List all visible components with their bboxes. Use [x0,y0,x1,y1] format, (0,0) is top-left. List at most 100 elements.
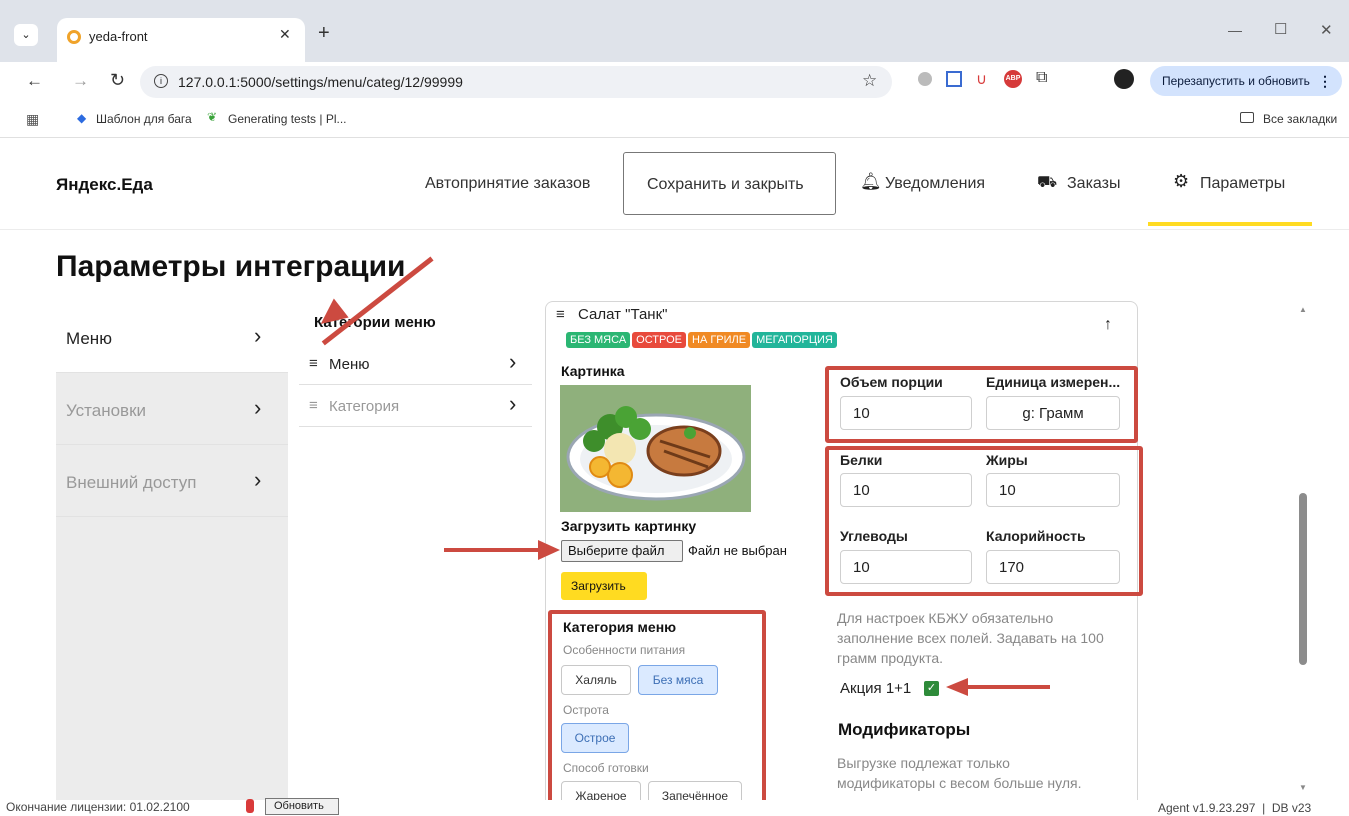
category-label: Категория [329,398,400,415]
unit-select[interactable]: g: Грамм [986,396,1120,430]
carbs-label: Углеводы [840,528,908,544]
portion-volume-label: Объем порции [840,374,943,390]
calories-input[interactable]: 170 [986,550,1120,584]
screenshot-extension-icon[interactable] [946,71,962,87]
sidebar-item-label: Меню [66,329,112,348]
category-item-menu[interactable]: ≡ Меню › [299,345,532,385]
address-bar[interactable]: i 127.0.0.1:5000/settings/menu/categ/12/… [140,66,892,98]
drag-handle-icon[interactable]: ≡ [556,306,565,323]
bookmark-star-icon[interactable]: ☆ [862,71,877,91]
magnet-extension-icon[interactable]: ∪ [976,70,987,88]
chevron-right-icon: › [254,395,262,420]
relaunch-label: Перезапустить и обновить [1162,74,1310,88]
promo-checkbox[interactable]: ✓ [924,681,939,696]
browser-tab[interactable]: yeda-front ✕ [57,18,305,62]
tab-title: yeda-front [89,29,148,44]
license-text: Окончание лицензии: 01.02.2100 [6,800,190,814]
drag-handle-icon[interactable]: ≡ [309,355,318,372]
upload-picture-label: Загрузить картинку [561,518,697,534]
spice-label: Острота [563,703,609,717]
drag-handle-icon[interactable]: ≡ [309,397,318,414]
portion-volume-input[interactable]: 10 [840,396,972,430]
protein-input[interactable]: 10 [840,473,972,507]
site-info-icon[interactable]: i [154,74,168,88]
tab-favicon-icon [67,30,81,44]
back-icon[interactable]: ← [26,71,43,91]
refresh-label: Обновить [274,800,324,812]
close-window-icon[interactable]: ✕ [1320,21,1333,39]
dish-title: Салат "Танк" [578,306,668,323]
maximize-icon[interactable]: ☐ [1274,20,1287,38]
folder-icon [1240,112,1254,123]
calories-label: Калорийность [986,528,1086,544]
page-title: Параметры интеграции [56,250,406,283]
nutrition-note: Для настроек КБЖУ обязательно заполнение… [837,610,1104,666]
version-text: Agent v1.9.23.297 | DB v23 [1158,801,1312,815]
bell-icon: 🔔︎ [860,172,882,191]
annotation-arrowhead-promo [946,678,968,696]
collapse-arrow-icon[interactable]: ↑ [1104,316,1112,334]
diet-label: Особенности питания [563,643,686,657]
nav-parameters[interactable]: Параметры [1200,175,1285,193]
minimize-icon[interactable]: — [1228,22,1242,38]
adblock-icon[interactable]: ABP [1004,70,1022,88]
footer-bar [0,800,1349,816]
scroll-up-icon[interactable]: ▲ [1299,305,1307,314]
category-item-category[interactable]: ≡ Категория › [299,387,532,427]
basket-icon: ⛟ [1037,174,1058,191]
chevron-right-icon: › [509,349,517,374]
option-spicy[interactable]: Острое [561,723,629,753]
modifiers-note: Выгрузке подлежат только модификаторы с … [837,755,1082,791]
reload-icon[interactable]: ↻ [110,70,125,91]
globe-extension-icon[interactable] [918,72,932,86]
chevron-right-icon: › [254,467,262,492]
all-bookmarks[interactable]: Все закладки [1263,112,1337,126]
carbs-input[interactable]: 10 [840,550,972,584]
category-label: Меню [329,356,370,373]
profile-avatar[interactable] [1114,69,1134,89]
annotation-arrow-file [444,548,540,552]
license-status-icon [246,799,254,813]
apps-grid-icon[interactable]: ▦ [26,111,39,128]
fat-input[interactable]: 10 [986,473,1120,507]
logo[interactable]: Яндекс.Еда [56,175,153,195]
more-menu-icon[interactable]: ⋮ [1318,66,1332,96]
relaunch-button[interactable]: Перезапустить и обновить ⋮ [1150,66,1342,96]
save-close-button[interactable]: Сохранить и закрыть [623,152,836,215]
tab-close-icon[interactable]: ✕ [279,26,291,43]
tag-grill: НА ГРИЛЕ [688,332,751,348]
page-scrollbar[interactable]: ▲ ▼ [1297,305,1309,797]
sidebar-item-menu[interactable]: Меню › [56,301,288,373]
option-halal[interactable]: Халяль [561,665,631,695]
unit-label: Единица измерен... [986,374,1121,390]
annotation-arrow-promo [968,685,1050,689]
dish-image [560,385,751,512]
nav-auto-accept[interactable]: Автопринятие заказов [425,175,590,193]
extensions-puzzle-icon[interactable]: ⧉ [1036,69,1047,87]
active-nav-underline [1148,222,1312,226]
chevron-right-icon: › [254,323,262,348]
choose-file-button[interactable]: Выберите файл [561,540,683,562]
fat-label: Жиры [986,452,1028,468]
forward-icon[interactable]: → [72,71,89,91]
option-no-meat[interactable]: Без мяса [638,665,718,695]
new-tab-button[interactable]: + [318,22,330,45]
refresh-button[interactable]: Обновить [265,798,339,815]
bookmark-2[interactable]: Generating tests | Pl... [228,112,347,126]
scrollbar-thumb[interactable] [1299,493,1307,665]
nav-orders[interactable]: Заказы [1067,175,1120,193]
upload-button[interactable]: Загрузить [561,572,647,600]
chevron-right-icon: › [509,391,517,416]
bookmark-1[interactable]: Шаблон для бага [96,112,192,126]
annotation-arrowhead-file [538,540,560,560]
sidebar-item-external-access[interactable]: Внешний доступ › [56,445,288,517]
nav-notifications[interactable]: Уведомления [885,175,985,193]
choose-file-label: Выберите файл [568,543,665,558]
picture-label: Картинка [561,363,625,379]
sidebar-item-settings[interactable]: Установки › [56,373,288,445]
menu-category-heading: Категория меню [563,619,677,635]
tab-search-icon[interactable]: ⌄ [14,24,38,46]
upload-label: Загрузить [571,579,626,593]
promo-label: Акция 1+1 [840,680,912,697]
scroll-down-icon[interactable]: ▼ [1299,783,1307,792]
